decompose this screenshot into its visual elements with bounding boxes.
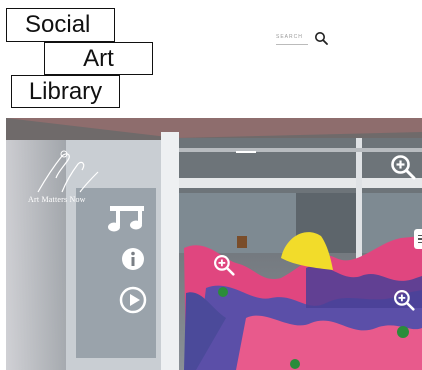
logo-library[interactable]: Library <box>11 75 120 108</box>
logo-art[interactable]: Art <box>44 42 153 75</box>
search-bar <box>276 30 328 45</box>
info-icon[interactable] <box>121 247 145 271</box>
zoom-in-icon[interactable] <box>390 154 416 180</box>
menu-line <box>417 241 422 243</box>
logo-social[interactable]: Social <box>6 8 115 42</box>
logo-social-text: Social <box>25 11 91 38</box>
menu-line <box>417 235 422 237</box>
logo-art-text: Art <box>83 44 114 72</box>
logo-library-text: Library <box>28 77 103 105</box>
menu-icon[interactable] <box>414 229 422 249</box>
search-input[interactable] <box>276 30 308 45</box>
zoom-in-icon[interactable] <box>213 254 235 276</box>
zoom-in-icon[interactable] <box>393 289 415 311</box>
play-icon[interactable] <box>119 286 147 314</box>
brand-figure-icon <box>37 150 99 193</box>
brand-text: Art Matters Now <box>28 195 86 204</box>
music-note-icon[interactable] <box>106 202 148 236</box>
search-icon[interactable] <box>314 31 328 45</box>
panorama-viewer[interactable]: Art Matters Now <box>6 118 422 370</box>
brand-logo: Art Matters Now <box>28 148 116 208</box>
menu-line <box>417 238 422 240</box>
